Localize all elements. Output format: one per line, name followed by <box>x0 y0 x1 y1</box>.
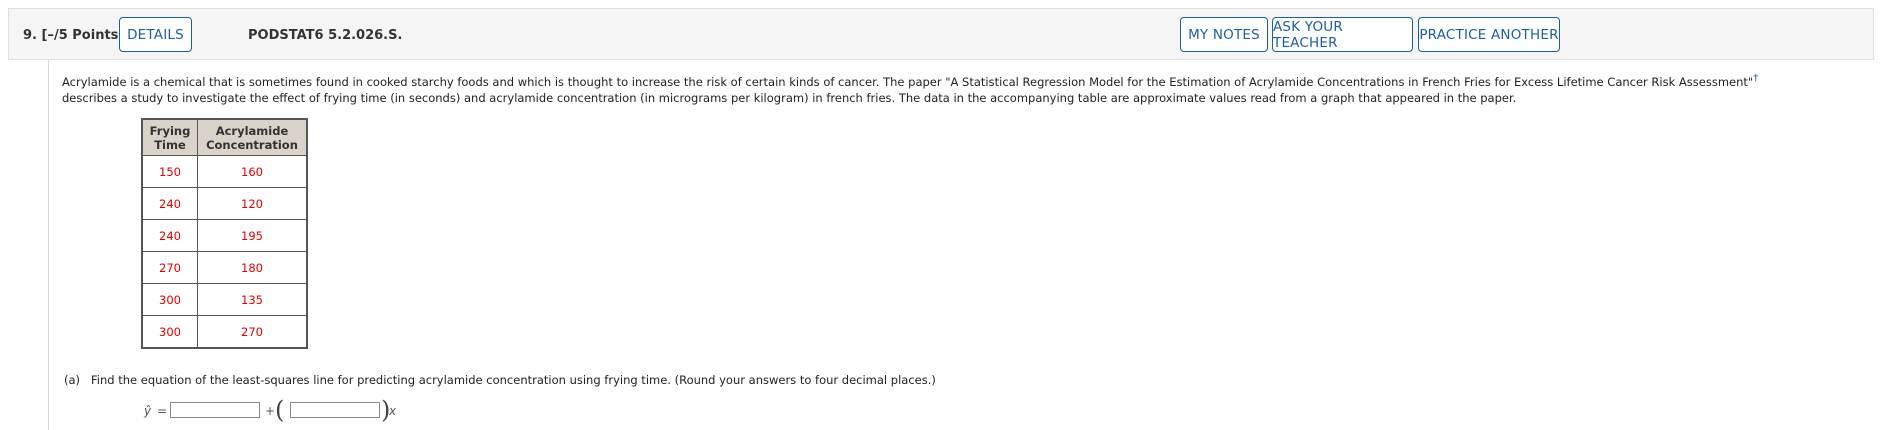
table-cell: 300 <box>141 283 198 316</box>
intercept-input[interactable] <box>170 402 260 418</box>
table-row: 240 120 <box>141 187 308 220</box>
column-header-acrylamide: Acrylamide Concentration <box>197 118 308 156</box>
part-a-text: Find the equation of the least-squares l… <box>91 373 936 387</box>
table-cell: 240 <box>141 219 198 252</box>
table-cell: 240 <box>141 187 198 220</box>
table-cell: 160 <box>197 155 308 188</box>
intro-line-2: describes a study to investigate the eff… <box>62 91 1517 105</box>
table-cell: 195 <box>197 219 308 252</box>
table-row: 270 180 <box>141 251 308 284</box>
table-cell: 300 <box>141 315 198 349</box>
table-cell: 120 <box>197 187 308 220</box>
points-label: [–/5 Points] <box>41 28 125 43</box>
equals-sign: = <box>157 404 168 418</box>
my-notes-button[interactable]: MY NOTES <box>1180 17 1268 52</box>
practice-another-button[interactable]: PRACTICE ANOTHER <box>1418 17 1560 52</box>
details-button[interactable]: DETAILS <box>119 17 192 52</box>
footnote-dagger-link[interactable]: † <box>1753 73 1758 84</box>
table-cell: 135 <box>197 283 308 316</box>
table-cell: 150 <box>141 155 198 188</box>
table-cell: 270 <box>141 251 198 284</box>
question-header: 9. [–/5 Points] DETAILS PODSTAT6 5.2.026… <box>8 8 1874 60</box>
intro-line-1: Acrylamide is a chemical that is sometim… <box>62 75 1754 89</box>
open-paren: ( <box>275 396 285 424</box>
table-row: 240 195 <box>141 219 308 252</box>
ask-your-teacher-button[interactable]: ASK YOUR TEACHER <box>1272 17 1413 52</box>
data-table: Frying Time Acrylamide Concentration 150… <box>141 118 308 349</box>
part-a-prompt: (a) Find the equation of the least-squar… <box>64 373 936 387</box>
question-number-points: 9. [–/5 Points] <box>23 28 124 43</box>
question-code: PODSTAT6 5.2.026.S. <box>248 28 403 43</box>
table-row: 300 270 <box>141 315 308 349</box>
question-panel: 9. [–/5 Points] DETAILS PODSTAT6 5.2.026… <box>8 8 1874 430</box>
table-row: 150 160 <box>141 155 308 188</box>
column-header-frying-time: Frying Time <box>141 118 198 156</box>
question-number: 9. <box>23 28 37 43</box>
intro-text: Acrylamide is a chemical that is sometim… <box>62 74 1862 106</box>
plus-sign: + <box>265 404 276 418</box>
table-cell: 180 <box>197 251 308 284</box>
x-variable: x <box>389 404 397 418</box>
question-content: Acrylamide is a chemical that is sometim… <box>48 60 1874 430</box>
table-row: 300 135 <box>141 283 308 316</box>
table-header-row: Frying Time Acrylamide Concentration <box>141 118 308 156</box>
slope-input[interactable] <box>290 402 380 418</box>
table-cell: 270 <box>197 315 308 349</box>
part-a-label: (a) <box>64 373 81 387</box>
y-hat-symbol: ŷ <box>144 404 152 418</box>
